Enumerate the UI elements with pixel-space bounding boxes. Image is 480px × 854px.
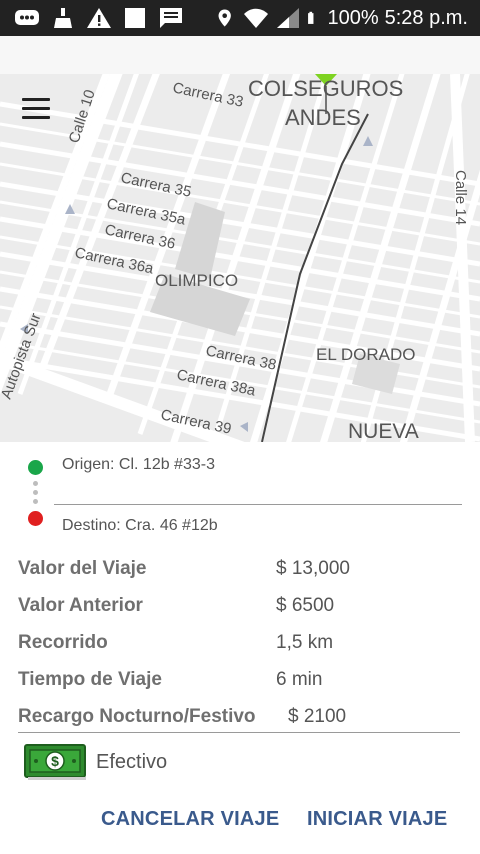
detail-label: Valor del Viaje: [18, 558, 147, 579]
detail-row-trip-value: Valor del Viaje $ 13,000: [0, 552, 480, 589]
warning-icon: [87, 8, 111, 28]
cash-icon: $: [24, 744, 86, 780]
menu-bar: [22, 98, 50, 101]
battery-icon: [308, 11, 314, 24]
payment-method: $ Efectivo: [24, 744, 167, 780]
location-icon: [218, 9, 232, 27]
detail-value: $ 2100: [288, 706, 347, 727]
menu-bar: [22, 107, 50, 110]
chat-bubble-icon: [15, 10, 39, 25]
detail-value: 1,5 km: [276, 632, 334, 653]
wifi-icon: [244, 8, 269, 28]
map-view[interactable]: Carrera 33 Calle 10 Carrera 35 Carrera 3…: [0, 74, 480, 442]
route-summary: Origen: Cl. 12b #33-3 Destino: Cra. 46 #…: [0, 442, 480, 546]
square-icon: [125, 8, 145, 28]
svg-text:$: $: [51, 753, 59, 769]
destination-address: Destino: Cra. 46 #12b: [62, 517, 218, 534]
battery-level: 100%: [327, 6, 379, 29]
street-label-calle-14: Calle 14: [452, 170, 469, 225]
area-label-olimpico: OLIMPICO: [155, 271, 238, 290]
signal-icon: [277, 8, 300, 28]
detail-row-duration: Tiempo de Viaje 6 min: [0, 663, 480, 700]
trip-details: Valor del Viaje $ 13,000 Valor Anterior …: [0, 552, 480, 737]
detail-value: 6 min: [276, 669, 323, 690]
map-canvas[interactable]: Carrera 33 Calle 10 Carrera 35 Carrera 3…: [0, 74, 480, 442]
detail-label: Valor Anterior: [18, 595, 143, 616]
area-label-andes: ANDES: [285, 105, 361, 130]
route-dots-icon: [33, 499, 38, 504]
details-divider: [18, 732, 460, 733]
detail-label: Tiempo de Viaje: [18, 669, 162, 690]
area-label-colseguros: COLSEGUROS: [248, 76, 403, 101]
menu-bar: [22, 116, 50, 119]
route-dots-icon: [33, 481, 38, 486]
destination-dot-icon: [28, 511, 43, 526]
detail-label: Recargo Nocturno/Festivo: [18, 706, 256, 727]
detail-value: $ 13,000: [276, 558, 350, 579]
detail-row-distance: Recorrido 1,5 km: [0, 626, 480, 663]
area-label-el-dorado: EL DORADO: [316, 345, 416, 364]
menu-button[interactable]: [22, 98, 50, 120]
app-bar: [0, 36, 480, 74]
origin-address: Origen: Cl. 12b #33-3: [62, 456, 215, 473]
area-label-nueva: NUEVA: [348, 420, 419, 442]
route-dots-icon: [33, 490, 38, 495]
notification-icons: [0, 6, 184, 30]
system-status: 100% 5:28 p.m.: [217, 6, 480, 30]
detail-row-previous-value: Valor Anterior $ 6500: [0, 589, 480, 626]
cancel-trip-button[interactable]: CANCELAR VIAJE: [101, 808, 279, 831]
route-divider: [54, 504, 462, 505]
payment-method-label: Efectivo: [96, 750, 168, 773]
detail-label: Recorrido: [18, 632, 108, 653]
detail-value: $ 6500: [276, 595, 335, 616]
message-icon: [160, 8, 182, 28]
origin-dot-icon: [28, 460, 43, 475]
start-trip-button[interactable]: INICIAR VIAJE: [307, 808, 447, 831]
cleaning-icon: [54, 8, 72, 28]
status-bar: 100% 5:28 p.m.: [0, 0, 480, 36]
clock: 5:28 p.m.: [384, 6, 468, 29]
trip-actions: CANCELAR VIAJE INICIAR VIAJE: [0, 800, 480, 840]
